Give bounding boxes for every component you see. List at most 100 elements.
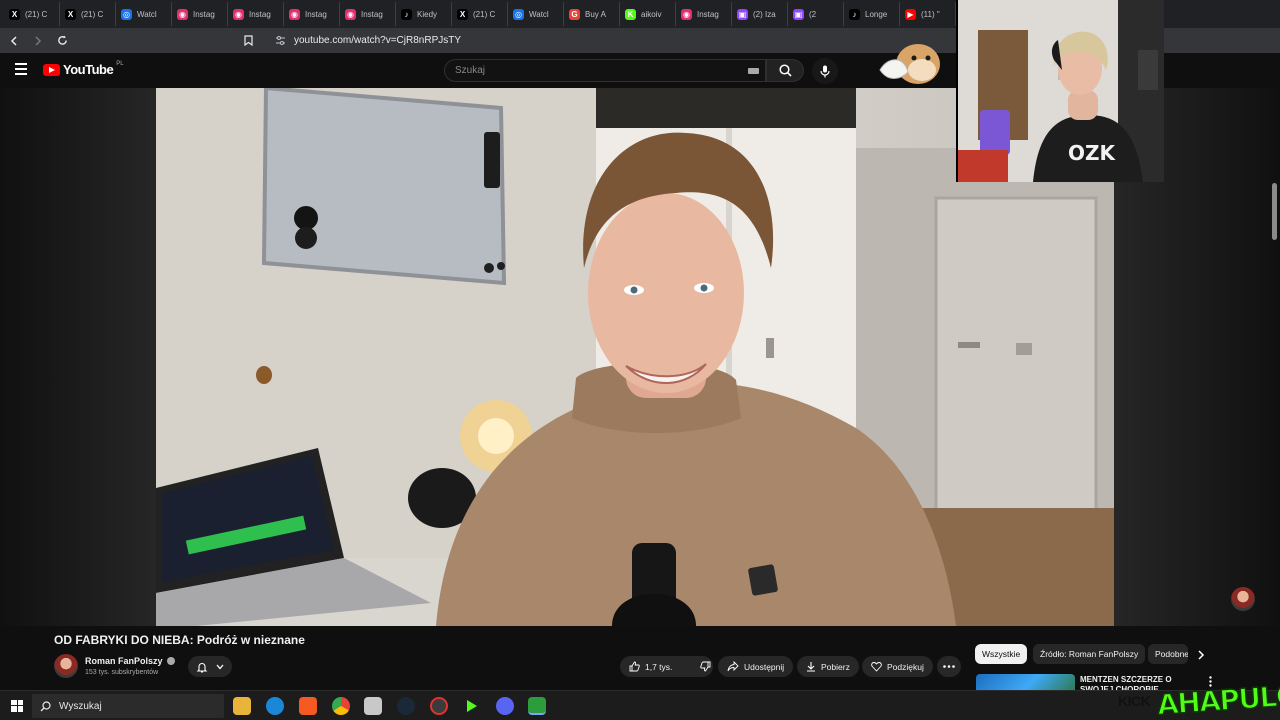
browser-tab-label: (21) C	[473, 9, 496, 19]
youtube-play-icon	[43, 63, 60, 76]
thumbs-up-icon	[629, 661, 640, 672]
google-icon: G	[569, 8, 580, 20]
x-icon: X	[9, 8, 20, 20]
thanks-heart-icon	[871, 662, 882, 672]
chevron-down-icon	[216, 664, 224, 669]
chevron-right-icon[interactable]	[1197, 650, 1205, 660]
obs-studio-icon[interactable]	[430, 697, 448, 715]
more-actions-button[interactable]	[937, 656, 961, 677]
browser-tab-label: Instag	[305, 9, 327, 19]
media-player-icon[interactable]	[463, 697, 481, 715]
reload-button[interactable]	[52, 31, 72, 51]
discord-icon[interactable]	[496, 697, 514, 715]
menu-icon[interactable]	[15, 63, 27, 75]
share-label: Udostępnij	[744, 661, 785, 672]
browser-tab[interactable]: ◉ Instag	[284, 2, 340, 26]
chip-similar[interactable]: Podobne	[1148, 644, 1188, 664]
browser-tab[interactable]: ▣ (2	[788, 2, 844, 26]
download-icon	[807, 662, 815, 672]
browser-tab[interactable]: ◉ Instag	[228, 2, 284, 26]
browser-tab[interactable]: ◎ Watcl	[116, 2, 172, 26]
dislike-button[interactable]	[691, 656, 720, 677]
subscriber-count: 153 tys. subskrybentów	[85, 669, 159, 676]
channel-avatar[interactable]	[54, 654, 78, 678]
video-title: OD FABRYKI DO NIEBA: Podróż w nieznane	[54, 633, 305, 647]
browser-tab-label: Instag	[249, 9, 271, 19]
browser-tab-label: Watcl	[529, 9, 549, 19]
kick-logo-text: KICK	[1118, 693, 1151, 709]
browser-tab[interactable]: ♪ Longe	[844, 2, 900, 26]
keyboard-icon[interactable]	[748, 68, 759, 74]
share-button[interactable]: Udostępnij	[718, 656, 794, 677]
bookmark-icon[interactable]	[244, 35, 253, 46]
browser-tab[interactable]: G Buy A	[564, 2, 620, 26]
browser-tab-label: aikoiv	[641, 9, 662, 19]
browser-tab[interactable]: ◉ Instag	[172, 2, 228, 26]
back-button[interactable]	[4, 31, 24, 51]
address-bar[interactable]: youtube.com/watch?v=CjR8nRPJsTY	[244, 31, 964, 50]
search-icon	[778, 64, 792, 77]
voice-search-button[interactable]	[812, 58, 838, 84]
edge-browser-icon[interactable]	[266, 697, 284, 715]
browser-tab[interactable]: ▶ (11) "	[900, 2, 956, 26]
play-triangle-icon	[467, 700, 477, 712]
notifications-button[interactable]	[188, 656, 232, 677]
channel-name[interactable]: Roman FanPolszy	[85, 656, 175, 666]
channel-watermark[interactable]	[1231, 587, 1255, 611]
bell-icon	[196, 662, 208, 673]
search-icon	[40, 700, 51, 711]
browser-tab[interactable]: X (21) C	[4, 2, 60, 26]
browser-tab[interactable]: X (21) C	[452, 2, 508, 26]
brave-browser-icon[interactable]	[299, 697, 317, 715]
storage-app-icon[interactable]	[364, 697, 382, 715]
share-icon	[727, 661, 739, 672]
download-label: Pobierz	[821, 661, 850, 672]
youtube-logo-text: YouTube	[63, 62, 114, 77]
browser-tab[interactable]: ◎ Watcl	[508, 2, 564, 26]
search-input[interactable]: Szukaj	[444, 59, 766, 82]
forward-arrow-icon	[35, 35, 42, 46]
thanks-button[interactable]: Podziękuj	[862, 656, 933, 677]
chip-all[interactable]: Wszystkie	[975, 644, 1028, 664]
youtube-logo[interactable]: YouTube PL	[43, 61, 124, 77]
steam-icon[interactable]	[397, 697, 415, 715]
browser-tab-label: (21) C	[81, 9, 104, 19]
search-placeholder: Szukaj	[455, 65, 486, 76]
svg-text:OZK: OZK	[1068, 141, 1117, 165]
browser-tab[interactable]: ◉ Instag	[676, 2, 732, 26]
browser-tab-label: (21) C	[25, 9, 48, 19]
browser-tab-label: Instag	[697, 9, 719, 19]
taskbar-search-label: Wyszukaj	[59, 700, 102, 712]
chrome-browser-icon[interactable]	[332, 697, 350, 715]
browser-tab[interactable]: X (21) C	[60, 2, 116, 26]
browser-tab[interactable]: Kaikoiv	[620, 2, 676, 26]
instagram-icon: ◉	[289, 8, 300, 20]
browser-tab-label: Instag	[193, 9, 215, 19]
page-scrollbar[interactable]	[1272, 183, 1277, 240]
browser-tab[interactable]: ♪ Kiedy	[396, 2, 452, 26]
tiktok-icon: ♪	[849, 8, 860, 20]
streaming-app-icon[interactable]	[528, 697, 546, 715]
x-icon: X	[457, 8, 468, 20]
watch-icon: ◎	[513, 8, 524, 20]
screen: X (21) C X (21) C ◎ Watcl ◉ Instag ◉ Instag ◉ Insta…	[0, 0, 1280, 720]
twitch-icon: ▣	[793, 8, 804, 20]
channel-name-text: Roman FanPolszy	[85, 656, 163, 666]
browser-tab-label: (2) Iza	[753, 9, 776, 19]
like-button[interactable]: 1,7 tys.	[620, 656, 681, 677]
search-button[interactable]	[766, 59, 804, 82]
browser-tab-label: (2	[809, 9, 817, 19]
browser-tab[interactable]: ▣ (2) Iza	[732, 2, 788, 26]
windows-start-icon[interactable]	[11, 699, 23, 712]
instagram-icon: ◉	[233, 8, 244, 20]
taskbar-search[interactable]: Wyszukaj	[32, 694, 224, 718]
browser-tab[interactable]: ◉ Instag	[340, 2, 396, 26]
thumbs-down-icon	[700, 661, 711, 672]
file-explorer-icon[interactable]	[233, 697, 251, 715]
site-settings-icon[interactable]	[275, 36, 286, 45]
download-button[interactable]: Pobierz	[797, 656, 859, 677]
browser-tab-label: Buy A	[585, 9, 606, 19]
twitch-icon: ▣	[737, 8, 748, 20]
forward-button[interactable]	[28, 31, 48, 51]
chip-channel-source[interactable]: Źródło: Roman FanPolszy	[1033, 644, 1146, 664]
